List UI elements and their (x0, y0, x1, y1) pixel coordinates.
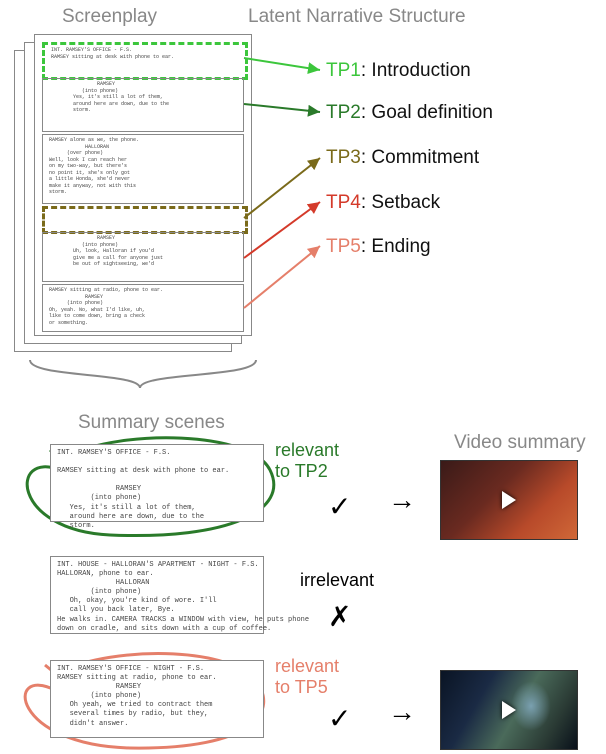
figure-root: { "top_labels": { "screenplay": "Screenp… (0, 0, 606, 754)
summary-box-2-text: INT. HOUSE - HALLORAN'S APARTMENT - NIGH… (57, 561, 309, 634)
check-1: ✓ (328, 490, 351, 523)
tp5-label: TP5: Ending (326, 236, 431, 258)
play-icon-1 (502, 491, 516, 509)
label-video-summary: Video summary (454, 432, 586, 454)
tp2-text: RAMSEY (into phone) Yes, it's still a lo… (73, 81, 169, 114)
tp2-name: TP2 (326, 102, 361, 123)
tp3-label: TP3: Commitment (326, 147, 479, 169)
relevant-tp2-label: relevant to TP2 (275, 440, 339, 482)
tp1-desc: Introduction (371, 60, 470, 81)
thumb2-highlight (511, 681, 551, 731)
tp3-name: TP3 (326, 147, 361, 168)
label-latent: Latent Narrative Structure (248, 6, 466, 28)
summary-box-1: INT. RAMSEY'S OFFICE - F.S. RAMSEY sitti… (50, 444, 264, 522)
video-thumb-2 (440, 670, 578, 750)
tp5-name: TP5 (326, 236, 361, 257)
arrow-1: → (388, 484, 416, 516)
play-icon-2 (502, 701, 516, 719)
cross-1: ✗ (328, 600, 351, 633)
tp4-desc: Setback (371, 192, 440, 213)
tp5-box: RAMSEY sitting at radio, phone to ear. R… (42, 284, 244, 332)
label-summary-scenes: Summary scenes (78, 412, 225, 434)
irrelevant-label: irrelevant (300, 570, 374, 591)
summary-box-3-text: INT. RAMSEY'S OFFICE - NIGHT - F.S. RAMS… (57, 665, 217, 729)
tp1-label: TP1: Introduction (326, 60, 471, 82)
check-2: ✓ (328, 702, 351, 735)
tp3-text: RAMSEY alone as we, the phone. HALLORAN … (49, 137, 139, 196)
summary-box-3: INT. RAMSEY'S OFFICE - NIGHT - F.S. RAMS… (50, 660, 264, 738)
tp4-box: RAMSEY (into phone) Uh, look, Halloran i… (42, 232, 244, 282)
tp2-box: RAMSEY (into phone) Yes, it's still a lo… (42, 78, 244, 132)
tp5-desc: Ending (371, 236, 430, 257)
tp4-label: TP4: Setback (326, 192, 440, 214)
tp4-text: RAMSEY (into phone) Uh, look, Halloran i… (73, 235, 163, 268)
tp3-desc: Commitment (371, 147, 479, 168)
summary-box-1-text: INT. RAMSEY'S OFFICE - F.S. RAMSEY sitti… (57, 449, 229, 531)
relevant-tp5-label: relevant to TP5 (275, 656, 339, 698)
tp5-text: RAMSEY sitting at radio, phone to ear. R… (49, 287, 163, 326)
tp3-box: RAMSEY alone as we, the phone. HALLORAN … (42, 134, 244, 204)
tp2-label: TP2: Goal definition (326, 102, 493, 124)
tp4-name: TP4 (326, 192, 361, 213)
tp3-box-dash (42, 206, 248, 234)
arrow-2: → (388, 696, 416, 728)
tp1-name: TP1 (326, 60, 361, 81)
summary-box-2: INT. HOUSE - HALLORAN'S APARTMENT - NIGH… (50, 556, 264, 634)
tp1-text: INT. RAMSEY'S OFFICE - F.S. RAMSEY sitti… (51, 47, 174, 60)
tp1-box: INT. RAMSEY'S OFFICE - F.S. RAMSEY sitti… (42, 42, 248, 80)
tp2-desc: Goal definition (371, 102, 492, 123)
label-screenplay: Screenplay (62, 6, 157, 28)
video-thumb-1 (440, 460, 578, 540)
